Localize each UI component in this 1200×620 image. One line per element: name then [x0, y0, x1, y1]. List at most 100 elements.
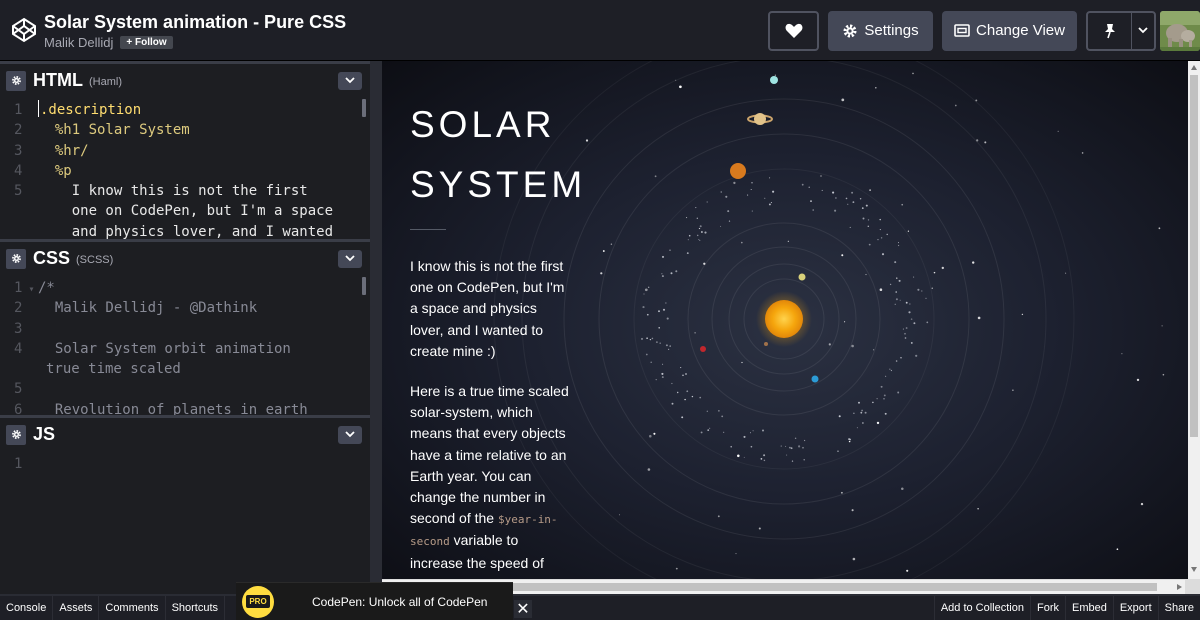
asteroid [895, 298, 898, 301]
asteroid [666, 317, 669, 320]
asteroid [645, 353, 648, 356]
asteroid [910, 341, 913, 344]
star [758, 527, 761, 530]
asteroid [864, 411, 867, 414]
chevron-down-icon[interactable] [1132, 13, 1154, 49]
description-paragraph-2: Here is a true time scaled solar-system,… [410, 383, 569, 592]
asteroid [899, 299, 901, 301]
asteroid [688, 234, 691, 237]
css-scrollbar[interactable] [362, 277, 366, 295]
html-settings-gear-icon[interactable] [6, 70, 26, 91]
asteroid [851, 191, 854, 194]
scroll-down-arrow-icon[interactable] [1191, 567, 1197, 572]
pin-button[interactable] [1086, 10, 1156, 51]
asteroid [900, 357, 902, 359]
css-preprocessor-label: (SCSS) [76, 254, 114, 266]
code-line: 5 [14, 381, 23, 398]
asteroid [662, 363, 664, 365]
asteroid [895, 291, 897, 293]
asteroid [780, 445, 782, 447]
asteroid [730, 445, 732, 448]
console-button[interactable]: Console [0, 596, 54, 620]
asteroid [646, 337, 648, 340]
asteroid [658, 310, 660, 313]
star [906, 569, 909, 572]
vertical-scroll-thumb[interactable] [1190, 75, 1198, 437]
asteroid [762, 429, 764, 432]
codepen-logo-icon[interactable] [6, 12, 42, 48]
code-line: 2 Malik Dellidj - @Dathink [14, 300, 258, 317]
export-button[interactable]: Export [1112, 596, 1158, 620]
planet-venus [798, 273, 806, 281]
asteroid [727, 210, 730, 213]
star [787, 240, 789, 242]
asteroid [750, 445, 753, 448]
star [1065, 272, 1067, 274]
asteroid [661, 273, 663, 275]
add-to-collection-button[interactable]: Add to Collection [933, 596, 1030, 620]
fork-button[interactable]: Fork [1029, 596, 1065, 620]
html-collapse-chevron-icon[interactable] [338, 71, 362, 90]
asteroid [704, 231, 707, 234]
js-collapse-chevron-icon[interactable] [338, 425, 362, 444]
asteroid [905, 301, 908, 304]
asteroid [707, 429, 710, 431]
settings-button[interactable]: Settings [828, 10, 933, 51]
change-view-button[interactable]: Change View [942, 10, 1077, 51]
follow-button[interactable]: + Follow [120, 35, 173, 49]
asteroid [860, 411, 863, 414]
asteroid [810, 200, 812, 203]
star [684, 398, 686, 401]
star [653, 432, 656, 435]
asteroid [867, 219, 870, 221]
js-editor-panel: JS 1 [0, 415, 370, 594]
code-line: 2 %h1 Solar System [14, 122, 190, 139]
asteroid [898, 244, 900, 247]
asteroid [685, 373, 687, 375]
user-avatar[interactable] [1160, 10, 1200, 51]
star [618, 514, 621, 516]
comments-button[interactable]: Comments [99, 596, 166, 620]
asteroid [747, 194, 749, 196]
asteroid [837, 450, 839, 452]
asteroid [886, 233, 888, 236]
scroll-right-arrow-icon[interactable] [1177, 584, 1182, 590]
assets-button[interactable]: Assets [53, 596, 100, 620]
pro-promo-banner[interactable]: PRO CodePen: Unlock all of CodePen [236, 582, 513, 620]
asteroid [832, 191, 835, 194]
code-line: 6 Revolution of planets in earth [14, 401, 308, 415]
heart-button[interactable] [768, 10, 819, 51]
js-settings-gear-icon[interactable] [6, 424, 26, 445]
share-button[interactable]: Share [1157, 596, 1200, 620]
css-settings-gear-icon[interactable] [6, 248, 26, 269]
asteroid [821, 189, 823, 191]
close-icon[interactable]: ✕ [514, 600, 532, 618]
embed-button[interactable]: Embed [1064, 596, 1113, 620]
preview-vertical-scrollbar[interactable] [1188, 61, 1200, 579]
html-scrollbar[interactable] [362, 99, 366, 117]
asteroid [862, 422, 864, 424]
scroll-up-arrow-icon[interactable] [1191, 65, 1197, 70]
preview-pane[interactable]: SOLAR SYSTEM I know this is not the firs… [382, 61, 1200, 594]
css-collapse-chevron-icon[interactable] [338, 249, 362, 268]
shortcuts-button[interactable]: Shortcuts [166, 596, 226, 620]
scrollbar-corner [1185, 579, 1200, 594]
author-row: Malik Dellidj + Follow [44, 35, 346, 50]
star [954, 104, 957, 107]
asteroid [769, 177, 771, 179]
asteroid [848, 438, 851, 441]
star [774, 74, 776, 76]
author-link[interactable]: Malik Dellidj [44, 35, 113, 50]
asteroid [847, 203, 849, 205]
asteroid [763, 459, 766, 462]
asteroid [898, 279, 901, 282]
asteroid [671, 382, 673, 385]
footer-bar: Console Assets Comments Shortcuts Add to… [0, 594, 1200, 620]
pin-icon[interactable] [1088, 12, 1132, 49]
asteroid [790, 447, 793, 450]
html-code-area[interactable]: 1 .description 2 %h1 Solar System 3 %hr/ … [0, 97, 370, 239]
html-editor-panel: HTML (Haml) 1 .description 2 %h1 Solar Sy… [0, 61, 370, 239]
css-code-area[interactable]: 1 ▾/* 2 Malik Dellidj - @Dathink 3 4 Sol… [0, 275, 370, 415]
js-code-area[interactable]: 1 [0, 451, 370, 474]
horizontal-scroll-thumb[interactable] [512, 583, 1157, 591]
